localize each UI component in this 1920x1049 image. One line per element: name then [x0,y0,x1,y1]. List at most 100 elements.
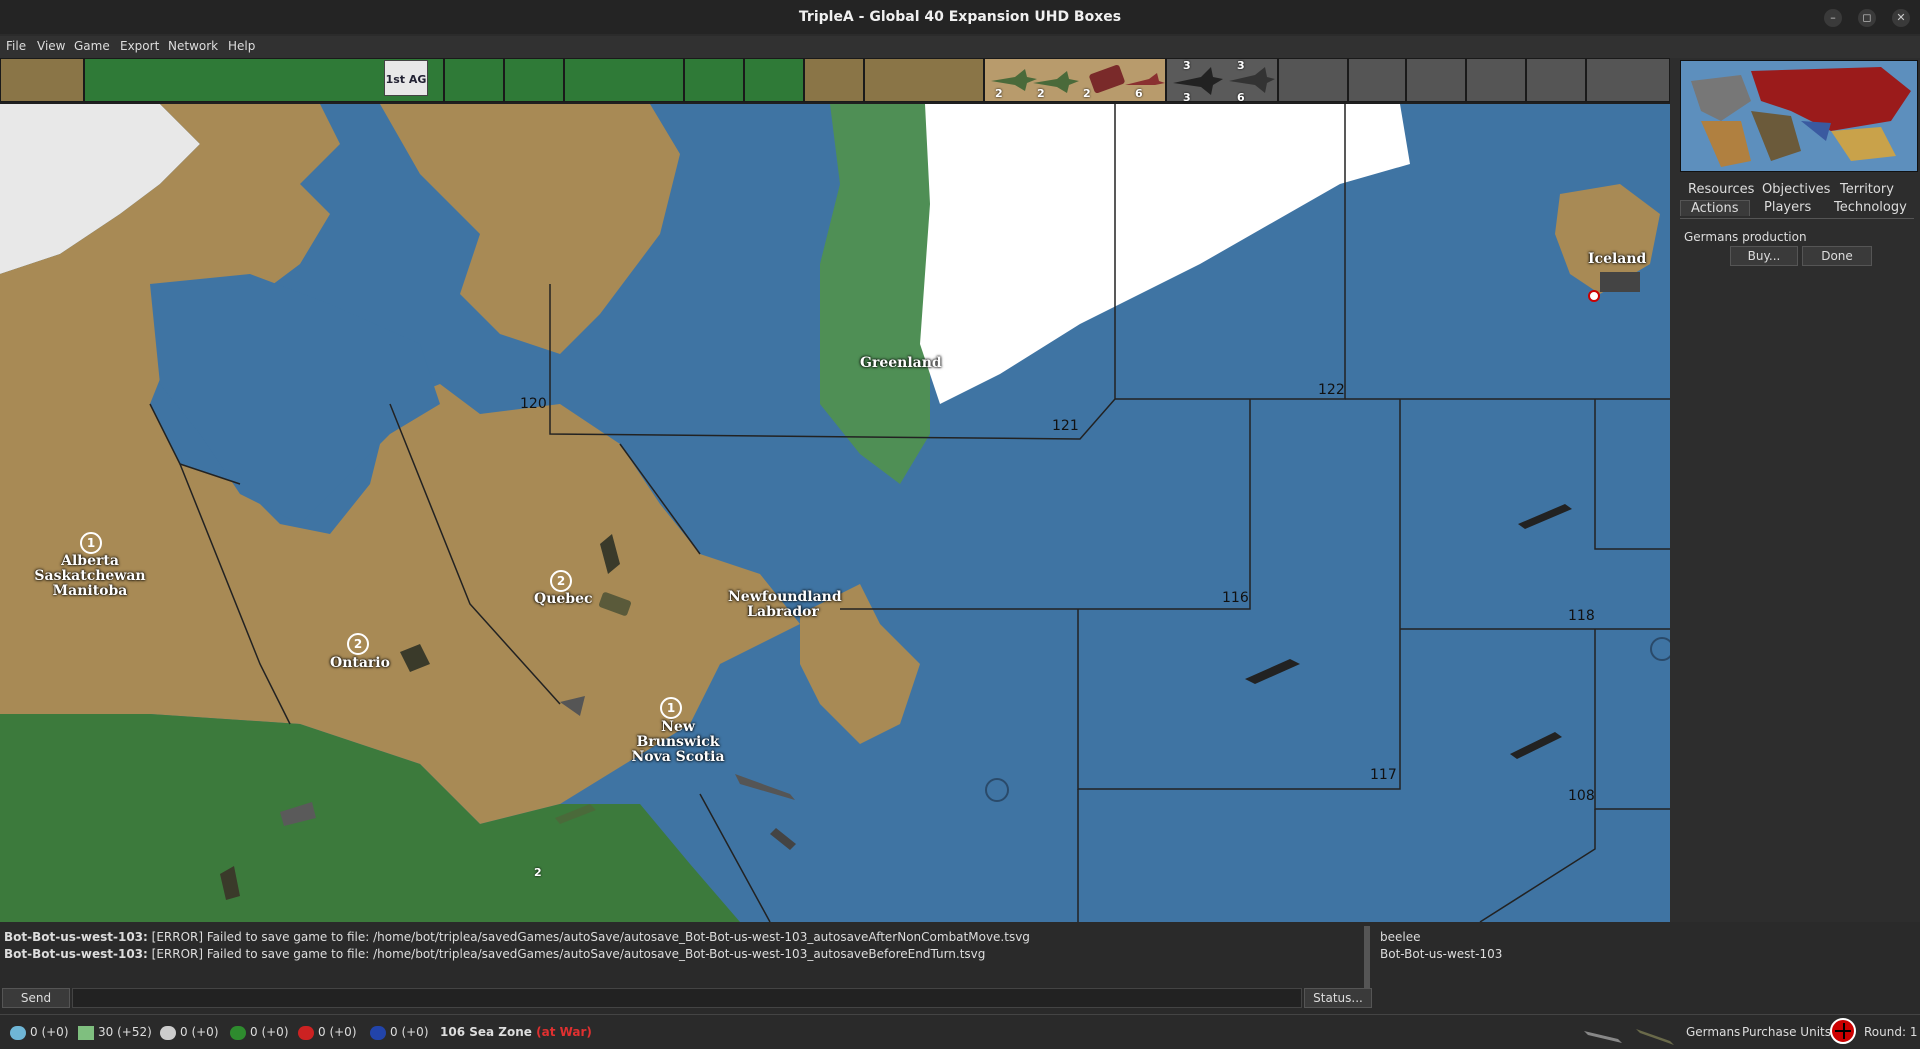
unit-count: 2 [1037,87,1045,100]
map-terrain [0,104,1670,922]
cross-horizontal [1835,1030,1851,1032]
menu-export[interactable]: Export [120,39,159,53]
resource-value: 0 (+0) [390,1025,429,1039]
send-button[interactable]: Send [2,988,70,1008]
strip-tile[interactable] [864,58,984,102]
strip-tile[interactable] [1466,58,1526,102]
strip-tile[interactable] [564,58,684,102]
air-ll-icon [230,1025,246,1040]
unit-count: 3 [1237,59,1245,72]
game-map[interactable]: Greenland Iceland Alberta Saskatchewan M… [0,104,1670,922]
strip-tile[interactable] [444,58,504,102]
fuel-icon [10,1025,26,1040]
sea-zone-108: 108 [1568,788,1595,804]
sea-zone-120: 120 [520,396,547,412]
menu-file[interactable]: File [6,39,26,53]
resource-manpower: 0 (+0) [160,1025,219,1040]
manpower-icon [160,1025,176,1040]
phase-label: Purchase Units [1742,1025,1831,1039]
resource-value: 0 (+0) [250,1025,289,1039]
resource-navy: 0 (+0) [370,1025,429,1040]
army-group-label: 1st AG [385,73,427,86]
strip-tile[interactable] [804,58,864,102]
label-alberta-line: Manitoba [52,583,128,599]
sea-zone-121: 121 [1052,418,1079,434]
strip-tile[interactable] [1586,58,1670,102]
germany-flag-icon [1830,1018,1856,1044]
strip-tile[interactable] [1348,58,1406,102]
chat-message: [ERROR] Failed to save game to file: /ho… [151,930,1030,944]
territory-status: 106 Sea Zone (at War) [440,1025,592,1039]
resource-value: 30 (+52) [98,1025,152,1039]
done-button[interactable]: Done [1802,246,1872,266]
resource-tank: 0 (+0) [298,1025,357,1040]
tab-objectives[interactable]: Objectives [1762,182,1830,197]
player-name[interactable]: Bot-Bot-us-west-103 [1380,947,1502,961]
label-newfoundland: Newfoundland Labrador [728,590,842,620]
strip-tile[interactable] [504,58,564,102]
production-label: Germans production [1684,230,1807,244]
label-quebec: Quebec [534,591,593,607]
chat-input[interactable] [72,988,1302,1008]
tank-ll-icon [298,1025,314,1040]
sea-zone-118: 118 [1568,608,1595,624]
chat-line: Bot-Bot-us-west-103: [ERROR] Failed to s… [4,930,1030,944]
unit-count: 3 [1183,59,1191,72]
menu-game[interactable]: Game [74,39,110,53]
tab-resources[interactable]: Resources [1688,182,1754,197]
unit-preview [1574,1021,1684,1045]
buy-button[interactable]: Buy... [1730,246,1798,266]
chat-message: [ERROR] Failed to save game to file: /ho… [151,947,986,961]
window-title: TripleA - Global 40 Expansion UHD Boxes [798,9,1122,25]
unit-count: 3 [1183,91,1191,104]
label-newbrunswick: New Brunswick Nova Scotia [618,720,738,765]
close-button[interactable]: ✕ [1892,9,1910,27]
sea-zone-117: 117 [1370,767,1397,783]
ipc-marker: 2 [550,570,572,592]
menu-bar: File View Game Export Network Help [0,36,1920,58]
status-bar: 0 (+0) 30 (+52) 0 (+0) 0 (+0) 0 (+0) 0 (… [0,1014,1920,1049]
resource-value: 0 (+0) [180,1025,219,1039]
tab-actions[interactable]: Actions [1680,200,1750,216]
sea-zone-116: 116 [1222,590,1249,606]
maximize-button[interactable]: ◻ [1858,9,1876,27]
label-greenland: Greenland [860,355,942,371]
strip-units-tile[interactable]: 2 2 2 6 [984,58,1166,102]
ipc-marker: 2 [347,633,369,655]
label-alberta-line: Saskatchewan [34,568,146,584]
label-alberta: Alberta Saskatchewan Manitoba [30,554,150,599]
nation-label: Germans [1686,1025,1741,1039]
tab-territory[interactable]: Territory [1840,182,1894,197]
tab-players[interactable]: Players [1764,200,1811,215]
round-label: Round: 1 [1864,1025,1918,1039]
resource-value: 0 (+0) [318,1025,357,1039]
strip-tile[interactable] [744,58,804,102]
ipc-marker: 1 [660,697,682,719]
strip-tile[interactable] [1526,58,1586,102]
submarine-icon [1584,1029,1674,1045]
strip-tile[interactable] [1406,58,1466,102]
chat-user: Bot-Bot-us-west-103: [4,930,148,944]
army-group-badge[interactable]: 1st AG [384,60,428,96]
menu-network[interactable]: Network [168,39,218,53]
player-name[interactable]: beelee [1380,930,1420,944]
minimize-button[interactable]: – [1824,9,1842,27]
territory-name: 106 Sea Zone [440,1025,532,1039]
tab-technology[interactable]: Technology [1834,200,1907,215]
menu-help[interactable]: Help [228,39,255,53]
chat-scrollbar[interactable] [1364,926,1370,996]
minimap[interactable] [1680,60,1918,172]
sea-zone-122: 122 [1318,382,1345,398]
minimap-image [1681,61,1917,171]
player-list: beelee Bot-Bot-us-west-103 [1376,926,1916,996]
strip-tile[interactable] [0,58,84,102]
label-newfoundland-line: Labrador [747,604,819,620]
strip-units-tile[interactable]: 3 3 3 6 [1166,58,1278,104]
unit-count: 2 [995,87,1003,100]
menu-view[interactable]: View [37,39,65,53]
ipc-marker: 1 [80,532,102,554]
status-button[interactable]: Status... [1304,988,1372,1008]
unit-count: 6 [1135,87,1143,100]
strip-tile[interactable] [684,58,744,102]
strip-tile[interactable] [1278,58,1348,102]
